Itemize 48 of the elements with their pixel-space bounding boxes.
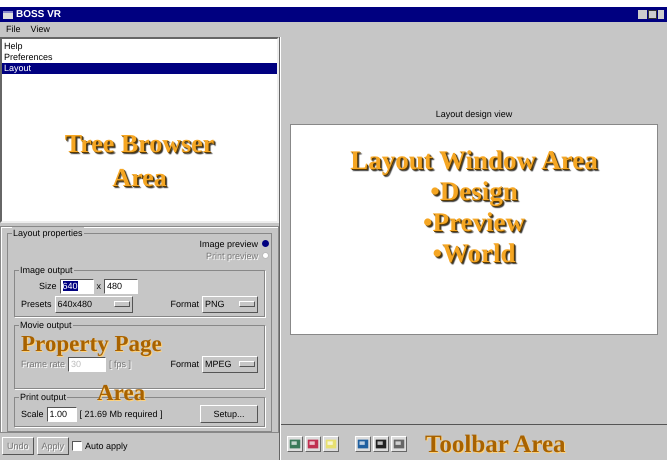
field-label: x [96,280,102,293]
group-title: Image output [19,264,74,276]
area-label: •Design [430,178,518,204]
radio-button[interactable] [262,240,269,248]
dropdown-icon [239,301,255,308]
area-label: Toolbar Area [425,432,566,456]
group-title: Layout properties [12,226,84,240]
width-field[interactable]: 640 [60,278,94,294]
checkbox-label: Auto apply [85,440,128,453]
toolbar-icon[interactable] [373,436,389,452]
setup-button[interactable]: Setup... [200,405,258,424]
height-field[interactable]: 480 [104,278,138,294]
area-label: •World [432,240,516,266]
field-label: Image preview [199,238,258,250]
area-label: Layout Window Area [350,146,598,174]
area-label: Tree Browser [64,131,214,157]
tree-item[interactable]: Help [2,41,277,52]
window-title: BOSS VR [16,8,62,22]
dropdown-icon [114,301,130,308]
field-label: Size [39,280,57,293]
tree-item[interactable]: Preferences [2,52,277,63]
menu-item[interactable]: File [6,22,21,36]
maximize-icon[interactable] [648,10,657,19]
view-caption: Layout design view [436,108,512,121]
field-label: Scale [21,408,44,421]
area-label: Property Page [21,332,162,355]
tree-item[interactable]: Layout [2,63,277,74]
group-title: Movie output [19,320,73,331]
window-icon [3,10,13,18]
dropdown-icon [239,361,255,368]
field-label: Frame rate [21,358,66,371]
toolbar-icon[interactable] [355,436,371,452]
format-dropdown[interactable]: MPEG [202,356,258,373]
menu-item[interactable]: View [30,22,50,36]
field-label: Format [170,358,199,371]
format-dropdown[interactable]: PNG [202,296,258,313]
area-label: •Preview [423,208,525,236]
field-label: Print preview [206,250,258,262]
field-label: [ fps ] [109,358,132,371]
scale-field[interactable]: 1.00 [46,406,77,422]
group-title: Print output [19,392,68,403]
checkbox[interactable] [72,441,82,452]
presets-dropdown[interactable]: 640x480 [54,296,133,313]
field-label: Presets [21,298,52,311]
area-label: Area [112,165,167,191]
field-label: [ 21.69 Mb required ] [80,408,163,421]
field-label: Format [170,298,199,311]
area-label: Area [97,380,146,404]
